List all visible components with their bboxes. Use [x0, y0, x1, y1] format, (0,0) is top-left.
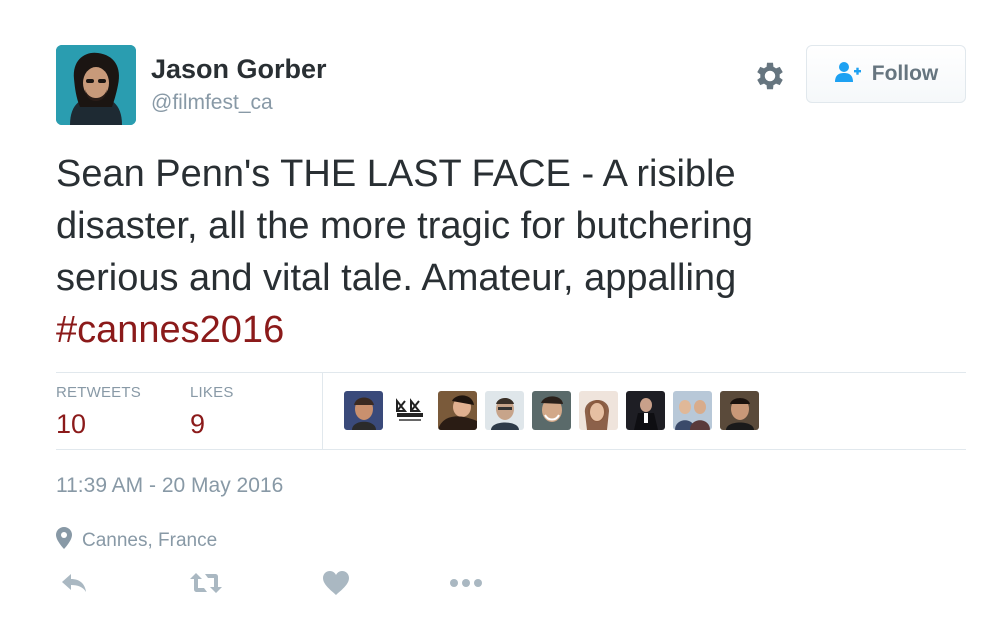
tweet-timestamp[interactable]: 11:39 AM - 20 May 2016: [56, 474, 283, 498]
author-handle[interactable]: @filmfest_ca: [151, 91, 273, 115]
liker-avatar[interactable]: [391, 391, 430, 430]
liker-avatar[interactable]: [626, 391, 665, 430]
tweet-text-line: Sean Penn's THE LAST FACE - A risible: [56, 153, 736, 195]
tweet-text-line: disaster, all the more tragic for butche…: [56, 205, 754, 247]
liker-avatar[interactable]: [720, 391, 759, 430]
liker-avatar[interactable]: [438, 391, 477, 430]
likes-label: LIKES: [190, 384, 234, 401]
location-label: Cannes, France: [82, 530, 218, 551]
more-icon[interactable]: [448, 566, 484, 600]
stats-bottom-divider: [56, 449, 966, 450]
reply-icon[interactable]: [56, 566, 92, 600]
likers-avatars: [344, 391, 759, 430]
follow-label: Follow: [871, 62, 939, 85]
gear-icon[interactable]: [752, 58, 788, 94]
retweet-icon[interactable]: [188, 566, 224, 600]
liker-avatar[interactable]: [344, 391, 383, 430]
hashtag-link[interactable]: #cannes2016: [56, 309, 284, 351]
stats-vertical-divider: [322, 373, 323, 449]
retweets-count: 10: [56, 409, 87, 439]
like-icon[interactable]: [318, 566, 354, 600]
tweet-text-line: serious and vital tale. Amateur, appalli…: [56, 257, 737, 299]
liker-avatar[interactable]: [532, 391, 571, 430]
add-user-icon: [834, 61, 862, 88]
liker-avatar[interactable]: [485, 391, 524, 430]
likes-count: 9: [190, 409, 206, 439]
stats-top-divider: [56, 372, 966, 373]
tweet-location[interactable]: Cannes, France: [56, 527, 217, 555]
retweets-label: RETWEETS: [56, 384, 141, 401]
tweet-text: Sean Penn's THE LAST FACE - A risible di…: [56, 148, 956, 356]
location-pin-icon: [56, 527, 72, 555]
liker-avatar[interactable]: [579, 391, 618, 430]
follow-button[interactable]: Follow: [806, 45, 966, 103]
user-avatar-icon: [56, 45, 136, 125]
author-avatar[interactable]: [56, 45, 136, 125]
author-name[interactable]: Jason Gorber: [151, 54, 327, 85]
retweets-stat[interactable]: RETWEETS 10: [56, 384, 141, 440]
likes-stat[interactable]: LIKES 9: [190, 384, 234, 440]
liker-avatar[interactable]: [673, 391, 712, 430]
